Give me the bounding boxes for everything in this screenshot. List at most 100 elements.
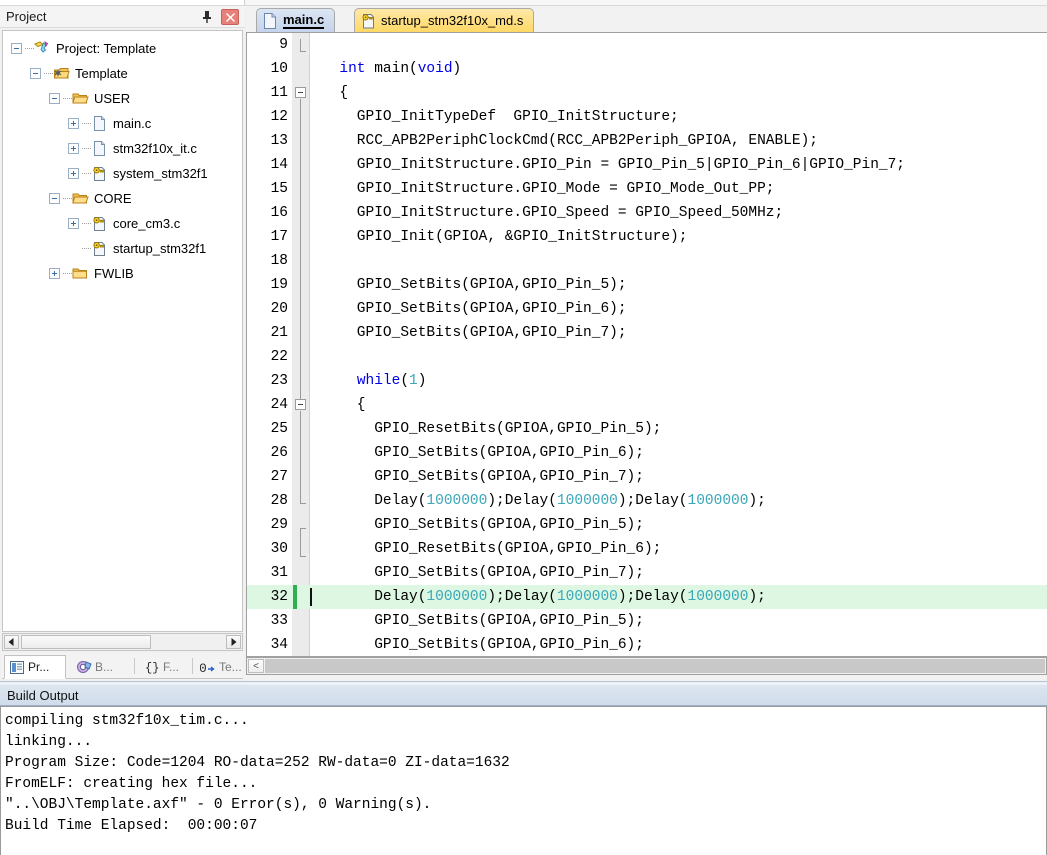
code-text: GPIO_SetBits(GPIOA,GPIO_Pin_7); [322,565,644,581]
collapse-icon[interactable] [49,93,60,104]
code-line-20[interactable]: 20 GPIO_SetBits(GPIOA,GPIO_Pin_6); [247,297,1047,321]
project-window-icon [9,659,25,675]
collapse-icon[interactable] [30,68,41,79]
tree-connector [82,223,91,224]
code-line-26[interactable]: 26 GPIO_SetBits(GPIOA,GPIO_Pin_6); [247,441,1047,465]
fold-toggle-line-11[interactable] [295,87,306,98]
code-text: { [322,85,349,101]
code-line-31[interactable]: 31 GPIO_SetBits(GPIOA,GPIO_Pin_7); [247,561,1047,585]
fold-toggle-line-24[interactable] [295,399,306,410]
pane-tab-books[interactable]: B... [72,655,130,679]
editor-hscrollbar[interactable]: < [246,657,1047,675]
code-line-30[interactable]: 30 GPIO_ResetBits(GPIOA,GPIO_Pin_6); [247,537,1047,561]
tree-item-fwlib[interactable]: FWLIB [3,261,242,286]
collapse-icon[interactable] [49,193,60,204]
pane-tab-project[interactable]: Pr... [4,655,66,679]
tree-item-system-stm32f1[interactable]: system_stm32f1 [3,161,242,186]
expand-icon[interactable] [68,118,79,129]
number-token: 1000000 [556,589,618,605]
pane-tab-functions[interactable]: {} F... [140,655,190,679]
expand-icon[interactable] [68,143,79,154]
code-text: Delay(1000000);Delay(1000000);Delay(1000… [322,493,766,509]
line-number: 34 [270,637,288,653]
editor-hscroll-track[interactable] [265,659,1045,673]
code-line-34[interactable]: 34 GPIO_SetBits(GPIOA,GPIO_Pin_6); [247,633,1047,656]
editor-hscroll-left-arrow[interactable]: < [248,659,264,673]
code-editor[interactable]: 9 10 int main(void) 11 {12 GPIO_InitTypeDe… [246,32,1047,657]
hscroll-left-arrow[interactable] [4,635,19,649]
editor-tab-startup-s-label: startup_stm32f10x_md.s [381,13,524,28]
expand-icon[interactable] [68,168,79,179]
svg-text:{}: {} [145,661,159,674]
tree-item-core[interactable]: CORE [3,186,242,211]
line-number: 23 [270,373,288,389]
code-line-22[interactable]: 22 [247,345,1047,369]
code-line-13[interactable]: 13 RCC_APB2PeriphClockCmd(RCC_APB2Periph… [247,129,1047,153]
tree-item-startup-stm32f1[interactable]: startup_stm32f1 [3,236,242,261]
tree-item-project-template[interactable]: Project: Template [3,36,242,61]
tree-item-stm32f10x-it-c[interactable]: stm32f10x_it.c [3,136,242,161]
number-token: 1 [409,373,418,389]
hscroll-thumb[interactable] [21,635,151,649]
code-line-33[interactable]: 33 GPIO_SetBits(GPIOA,GPIO_Pin_5); [247,609,1047,633]
tree-item-core-cm3-c[interactable]: core_cm3.c [3,211,242,236]
tree-item-template[interactable]: Template [3,61,242,86]
close-icon[interactable] [221,9,239,25]
editor-tab-main-c[interactable]: main.c [256,8,336,32]
tree-item-user[interactable]: USER [3,86,242,111]
key-file-icon [91,240,108,257]
tree-connector [63,273,72,274]
tree-item-label: system_stm32f1 [113,166,208,181]
target-icon [53,65,70,82]
folder-open-icon [72,90,89,107]
code-line-9[interactable]: 9 [247,33,1047,57]
code-line-18[interactable]: 18 [247,249,1047,273]
c-file-icon [91,115,108,132]
code-line-17[interactable]: 17 GPIO_Init(GPIOA, &GPIO_InitStructure)… [247,225,1047,249]
build-output-line: Build Time Elapsed: 00:00:07 [5,818,258,834]
tree-connector [25,48,34,49]
fold-line-while [300,411,301,504]
tree-connector [82,148,91,149]
project-tree-hscrollbar[interactable] [2,633,243,651]
line-number: 32 [270,589,288,605]
pin-icon[interactable] [199,9,215,25]
number-token: 1000000 [556,493,618,509]
code-line-23[interactable]: 23 while(1) [247,369,1047,393]
fold-end-marker-39 [300,556,306,557]
build-output-line: FromELF: creating hex file... [5,776,258,792]
folder-closed-icon [72,265,89,282]
pane-tab-templates[interactable]: 0 Te... [196,655,244,679]
code-line-21[interactable]: 21 GPIO_SetBits(GPIOA,GPIO_Pin_7); [247,321,1047,345]
tree-connector [82,123,91,124]
line-number: 27 [270,469,288,485]
tree-item-label: FWLIB [94,266,134,281]
number-token: 1000000 [687,493,749,509]
build-output-top-pad [1,707,1046,710]
line-number: 19 [270,277,288,293]
code-line-27[interactable]: 27 GPIO_SetBits(GPIOA,GPIO_Pin_7); [247,465,1047,489]
tree-item-main-c[interactable]: main.c [3,111,242,136]
code-line-15[interactable]: 15 GPIO_InitStructure.GPIO_Mode = GPIO_M… [247,177,1047,201]
code-line-10[interactable]: 10 int main(void) [247,57,1047,81]
code-line-28[interactable]: 28 Delay(1000000);Delay(1000000);Delay(1… [247,489,1047,513]
expand-icon[interactable] [68,218,79,229]
code-line-11[interactable]: 11 { [247,81,1047,105]
collapse-icon[interactable] [11,43,22,54]
project-tree[interactable]: Project: Template Template USER main.c stm32… [2,30,243,632]
code-line-16[interactable]: 16 GPIO_InitStructure.GPIO_Speed = GPIO_… [247,201,1047,225]
hscroll-right-arrow[interactable] [226,635,241,649]
code-line-24[interactable]: 24 { [247,393,1047,417]
code-line-32[interactable]: 32 Delay(1000000);Delay(1000000);Delay(1… [247,585,1047,609]
build-output-body[interactable]: compiling stm32f10x_tim.c... linking... Pr… [0,706,1047,855]
build-output-line: compiling stm32f10x_tim.c... [5,713,249,729]
expand-icon[interactable] [49,268,60,279]
code-line-25[interactable]: 25 GPIO_ResetBits(GPIOA,GPIO_Pin_5); [247,417,1047,441]
code-line-14[interactable]: 14 GPIO_InitStructure.GPIO_Pin = GPIO_Pi… [247,153,1047,177]
code-line-12[interactable]: 12 GPIO_InitTypeDef GPIO_InitStructure; [247,105,1047,129]
code-text: GPIO_Init(GPIOA, &GPIO_InitStructure); [322,229,688,245]
line-number: 28 [270,493,288,509]
code-line-19[interactable]: 19 GPIO_SetBits(GPIOA,GPIO_Pin_5); [247,273,1047,297]
editor-tab-startup-s[interactable]: startup_stm32f10x_md.s [354,8,535,32]
code-line-29[interactable]: 29 GPIO_SetBits(GPIOA,GPIO_Pin_5); [247,513,1047,537]
